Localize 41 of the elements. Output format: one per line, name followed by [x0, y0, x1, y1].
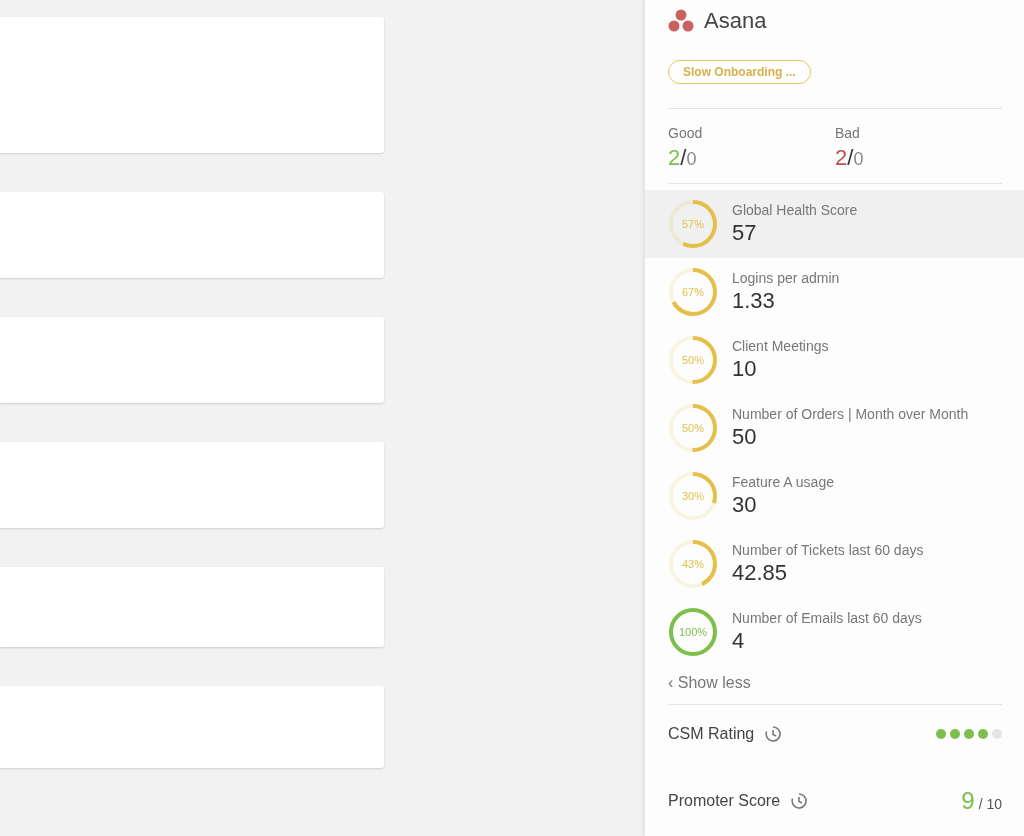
metric-value: 10: [732, 356, 758, 382]
metric-value: 30: [732, 492, 758, 518]
metric-value: 57: [732, 220, 758, 246]
metric-label: Number of Emails last 60 days: [732, 610, 922, 626]
metric-label: Global Health Score: [732, 202, 858, 218]
clock-icon: [790, 792, 809, 810]
metric-row[interactable]: 43% Number of Tickets last 60 days 42.85: [645, 530, 1024, 598]
metric-value: 42.85: [732, 560, 789, 586]
percent-label: 50%: [681, 421, 705, 436]
metric-value: 1.33: [732, 288, 776, 314]
percent-label: 57%: [681, 217, 705, 232]
tally-label: Bad: [835, 125, 861, 141]
clock-icon: [764, 725, 783, 743]
tally-value: 2/0: [835, 145, 865, 171]
score-label: Promoter Score: [668, 792, 781, 810]
metric-row[interactable]: 30% Feature A usage 30: [645, 462, 1024, 530]
percent-label: 100%: [677, 625, 709, 640]
score-total: / 10: [978, 796, 1002, 812]
metric-row[interactable]: 50% Number of Orders | Month over Month 50: [645, 394, 1024, 462]
metric-row[interactable]: 50% Client Meetings 10: [645, 326, 1024, 394]
metric-label: Feature A usage: [732, 474, 834, 490]
show-less-link[interactable]: ‹ Show less: [668, 674, 751, 692]
account-name: Asana: [704, 8, 767, 34]
percent-label: 50%: [681, 353, 705, 368]
metric-row[interactable]: 67% Logins per admin 1.33: [645, 258, 1024, 326]
metric-label: Number of Orders | Month over Month: [732, 406, 969, 422]
metric-value: 50: [732, 424, 758, 450]
rating-label: CSM Rating: [668, 725, 755, 743]
logo-icon: [668, 9, 694, 33]
percent-label: 30%: [681, 489, 705, 504]
metric-row[interactable]: 100% Number of Emails last 60 days 4: [645, 598, 1024, 666]
score-value: 9: [961, 787, 975, 814]
metric-label: Number of Tickets last 60 days: [732, 542, 924, 558]
metric-label: Client Meetings: [732, 338, 829, 354]
tally-value: 2/0: [668, 145, 698, 171]
percent-label: 67%: [681, 285, 705, 300]
metric-row[interactable]: 57% Global Health Score 57: [645, 190, 1024, 258]
tally-label: Good: [668, 125, 704, 141]
metric-label: Logins per admin: [732, 270, 840, 286]
percent-label: 43%: [681, 557, 705, 572]
metric-value: 4: [732, 628, 746, 654]
